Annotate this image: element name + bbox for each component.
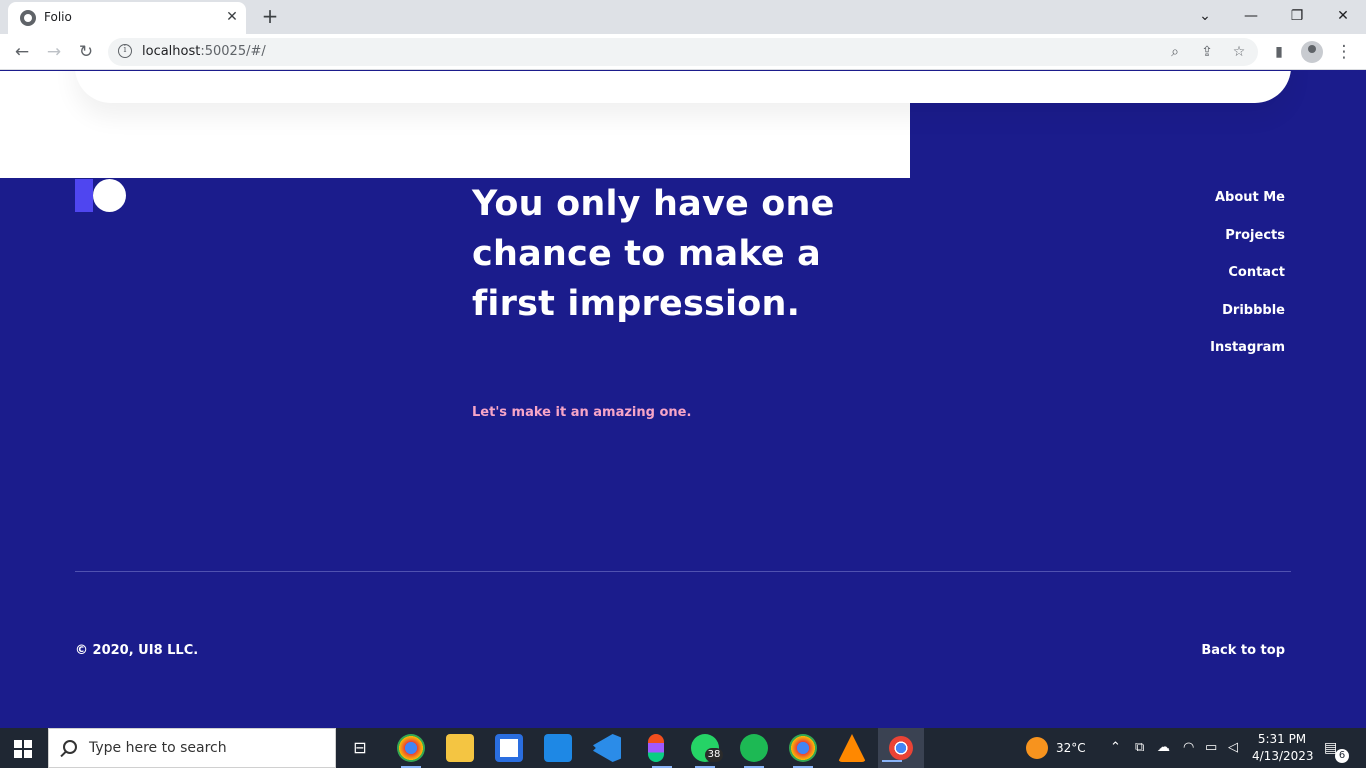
vscode-icon[interactable] (593, 734, 621, 762)
logo-circle-shape (93, 179, 126, 212)
meet-now-icon[interactable]: ⧉ (1135, 728, 1144, 768)
chrome-profile-app-icon[interactable] (397, 734, 425, 768)
site-info-icon[interactable]: i (118, 44, 132, 58)
address-bar[interactable]: i localhost:50025/#/ ⌕ ⇪ ☆ (108, 38, 1258, 66)
microsoft-store-icon[interactable] (495, 734, 523, 762)
copyright-text: © 2020, UI8 LLC. (75, 643, 199, 658)
back-to-top-link[interactable]: Back to top (1201, 643, 1285, 658)
whatsapp-badge: 38 (705, 748, 723, 762)
tab-title: Folio (44, 10, 72, 24)
chrome-user-app-icon[interactable] (789, 734, 817, 768)
profile-avatar-icon[interactable] (1301, 41, 1323, 63)
nav-link-instagram[interactable]: Instagram (1210, 338, 1285, 376)
bookmark-star-icon[interactable]: ☆ (1229, 42, 1249, 62)
notification-center-icon[interactable]: ▤ (1324, 728, 1337, 768)
side-panel-icon[interactable]: ▮ (1267, 40, 1291, 64)
browser-tab[interactable]: Folio ✕ (8, 2, 246, 34)
search-icon (63, 740, 77, 754)
spotify-icon[interactable] (740, 734, 768, 768)
whatsapp-icon[interactable]: 38 (691, 734, 723, 768)
figma-icon[interactable] (648, 734, 672, 768)
page-footer-section: You only have one chance to make a first… (0, 71, 1366, 728)
file-explorer-icon[interactable] (446, 734, 474, 762)
url-host: localhost (142, 44, 201, 59)
menu-kebab-icon[interactable]: ⋮ (1332, 40, 1356, 64)
footer-divider (75, 571, 1291, 572)
nav-link-projects[interactable]: Projects (1210, 226, 1285, 264)
share-icon[interactable]: ⇪ (1197, 42, 1217, 62)
close-tab-icon[interactable]: ✕ (222, 7, 242, 27)
logo-bar-shape (75, 179, 93, 212)
wifi-icon[interactable]: ◠ (1183, 728, 1194, 768)
task-view-icon[interactable]: ⊟ (346, 734, 374, 762)
browser-toolbar: ← → ↻ i localhost:50025/#/ ⌕ ⇪ ☆ ▮ ⋮ (0, 34, 1366, 70)
weather-temperature[interactable]: 32°C (1056, 728, 1086, 768)
weather-sun-icon[interactable] (1026, 737, 1048, 759)
battery-icon[interactable]: ▭ (1205, 728, 1217, 768)
url-text[interactable]: localhost:50025/#/ (142, 44, 266, 59)
tab-search-chevron-icon[interactable]: ⌄ (1191, 3, 1219, 29)
restore-button[interactable]: ❐ (1283, 3, 1311, 29)
clock-date: 4/13/2023 (1252, 749, 1314, 763)
windows-start-icon[interactable] (14, 740, 32, 758)
chrome-logo-icon (889, 736, 913, 760)
minimize-button[interactable]: — (1237, 3, 1265, 29)
footer-tagline: Let's make it an amazing one. (472, 405, 692, 420)
footer-nav: About Me Projects Contact Dribbble Insta… (1210, 188, 1285, 376)
reload-icon[interactable]: ↻ (74, 40, 98, 64)
footer-headline: You only have one chance to make a first… (472, 184, 835, 324)
zoom-icon[interactable]: ⌕ (1165, 42, 1185, 62)
onedrive-cloud-icon[interactable]: ☁ (1157, 728, 1170, 768)
close-window-button[interactable]: ✕ (1329, 3, 1357, 29)
forward-arrow-icon[interactable]: → (42, 40, 66, 64)
url-path: :50025/#/ (200, 44, 266, 59)
taskbar-search-placeholder: Type here to search (89, 740, 227, 756)
volume-icon[interactable]: ◁ (1228, 728, 1238, 768)
vlc-icon[interactable] (838, 734, 866, 762)
mail-icon[interactable] (544, 734, 572, 762)
content-card-bottom (75, 71, 1291, 103)
nav-link-dribbble[interactable]: Dribbble (1210, 301, 1285, 339)
tray-chevron-up-icon[interactable]: ⌃ (1110, 728, 1121, 768)
nav-link-about-me[interactable]: About Me (1210, 188, 1285, 226)
chrome-active-app-icon[interactable] (878, 728, 924, 768)
globe-icon (20, 10, 36, 26)
taskbar-clock[interactable]: 5:31 PM 4/13/2023 (1252, 731, 1314, 765)
browser-tab-strip: Folio ✕ + ⌄ — ❐ ✕ (0, 0, 1366, 34)
taskbar-search-input[interactable]: Type here to search (48, 728, 336, 768)
clock-time: 5:31 PM (1257, 732, 1307, 746)
notification-count-badge: 6 (1335, 749, 1349, 763)
nav-link-contact[interactable]: Contact (1210, 263, 1285, 301)
new-tab-button[interactable]: + (258, 5, 282, 29)
windows-taskbar: Type here to search ⊟ 38 32°C ⌃ ⧉ ☁ ◠ ▭ … (0, 728, 1366, 768)
back-arrow-icon[interactable]: ← (10, 40, 34, 64)
